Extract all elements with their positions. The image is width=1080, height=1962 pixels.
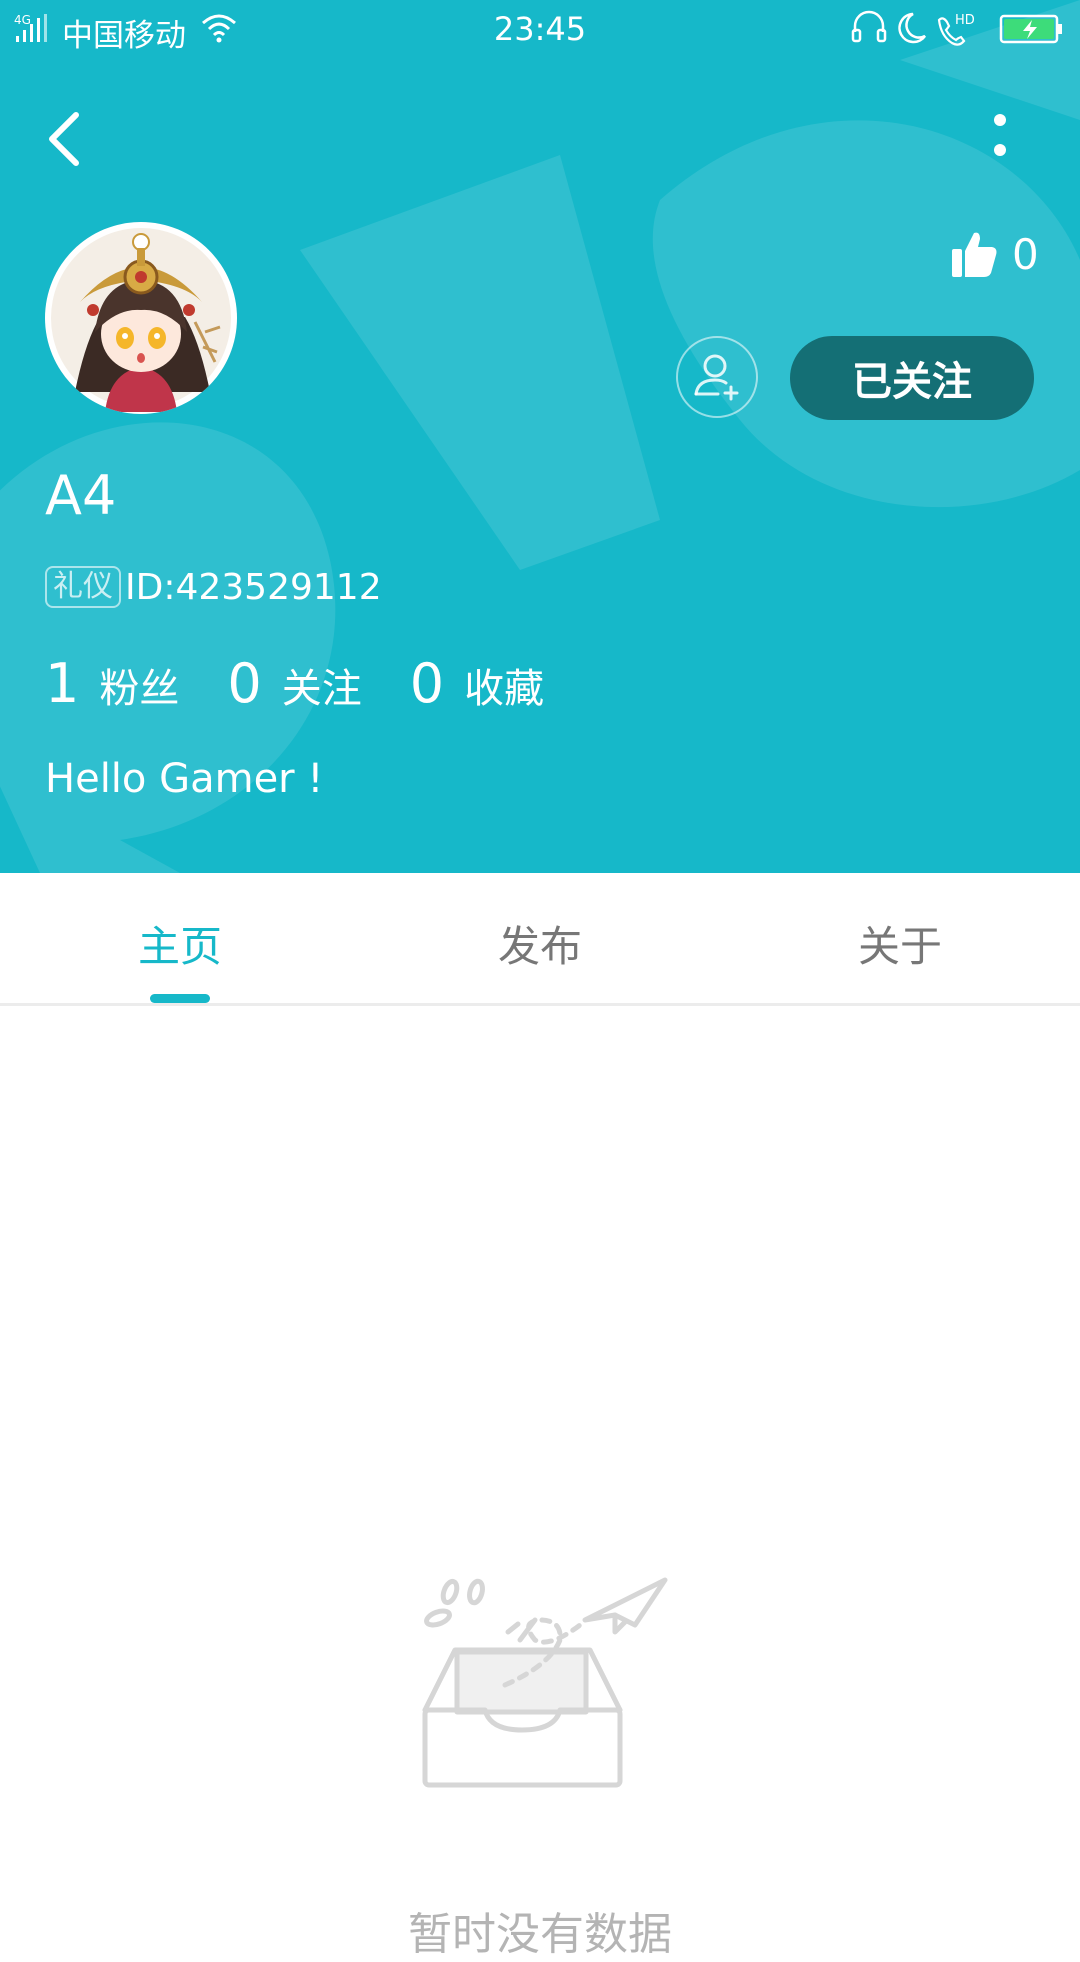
like-count: 0 <box>1012 229 1039 279</box>
tab-home[interactable]: 主页 <box>70 913 290 974</box>
svg-text:HD: HD <box>955 13 975 28</box>
stats-row: 1 粉丝 0 关注 0 收藏 <box>45 652 592 715</box>
stat-following[interactable]: 0 关注 <box>227 652 361 715</box>
status-right-icons: HD <box>851 10 1062 46</box>
phone-hd-icon: HD <box>937 13 975 46</box>
empty-state-message: 暂时没有数据 <box>408 1909 672 1960</box>
user-tag: 礼仪 <box>45 566 121 608</box>
headphone-icon <box>851 10 887 43</box>
status-bar: 4G 中国移动 23:45 HD <box>0 0 1080 58</box>
stat-label: 关注 <box>281 666 362 712</box>
stat-number: 0 <box>409 652 445 715</box>
tab-posts[interactable]: 发布 <box>430 913 650 974</box>
tab-about[interactable]: 关于 <box>790 913 1010 974</box>
profile-tabs: 主页 发布 关于 <box>0 873 1080 1006</box>
stat-label: 粉丝 <box>99 666 180 712</box>
stat-number: 0 <box>227 652 262 715</box>
like-counter[interactable]: 0 <box>950 226 1039 282</box>
avatar-image <box>51 228 231 412</box>
watermark-logo <box>0 0 1080 873</box>
user-id: ID:423529112 <box>125 566 382 608</box>
stat-followers[interactable]: 1 粉丝 <box>45 652 179 715</box>
add-user-icon <box>694 354 739 401</box>
back-arrow-icon[interactable] <box>40 105 96 173</box>
battery-icon <box>999 14 1062 44</box>
user-id-row: 礼仪 ID:423529112 <box>45 566 382 608</box>
stat-favorites[interactable]: 0 收藏 <box>410 652 544 715</box>
active-tab-indicator <box>150 994 210 1003</box>
moon-icon <box>898 12 927 44</box>
add-friend-button[interactable] <box>676 336 758 418</box>
username: A4 <box>45 464 117 527</box>
user-bio: Hello Gamer ! <box>45 756 324 802</box>
profile-header: 4G 中国移动 23:45 HD 0 已关注 A4 礼仪 ID:42352911… <box>0 0 1080 873</box>
more-options-icon[interactable] <box>980 110 1020 162</box>
stat-label: 收藏 <box>464 666 545 712</box>
avatar[interactable] <box>45 222 237 414</box>
thumbs-up-icon <box>952 232 997 277</box>
stat-number: 1 <box>45 652 80 715</box>
empty-inbox-icon <box>422 1577 668 1788</box>
follow-button[interactable]: 已关注 <box>790 336 1034 420</box>
